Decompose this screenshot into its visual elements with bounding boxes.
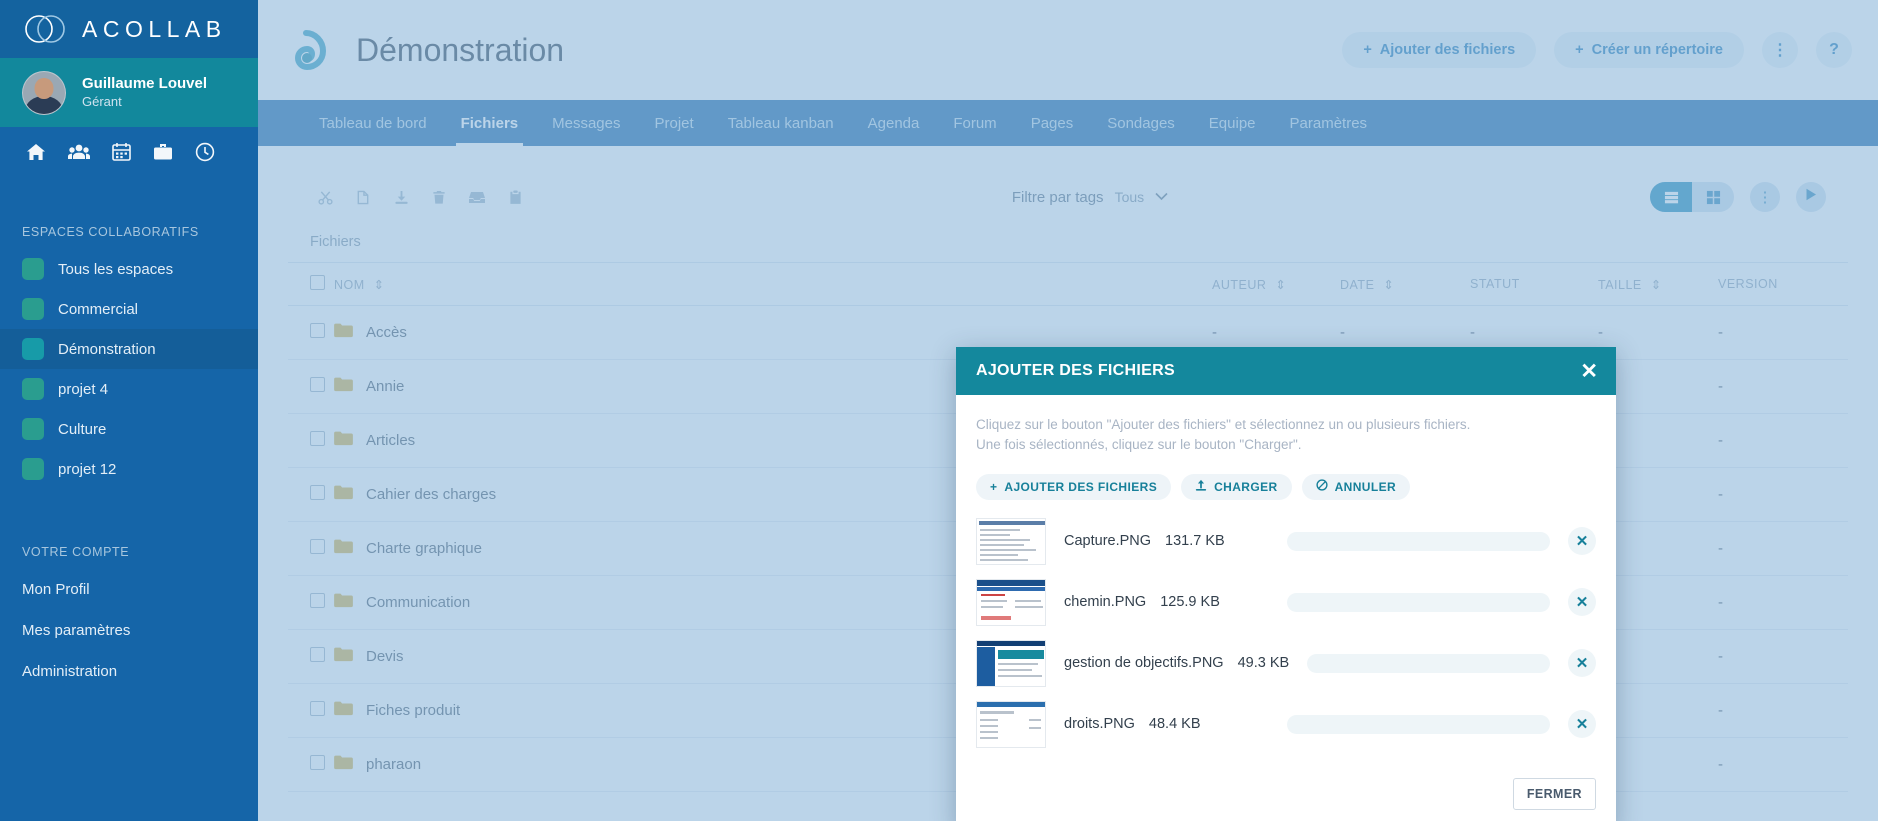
file-size: 49.3 KB	[1237, 655, 1290, 671]
file-name: Capture.PNG	[1064, 533, 1152, 549]
brand-header[interactable]: ACOLLAB	[0, 0, 258, 58]
sidebar-account-label: Mon Profil	[22, 581, 90, 598]
file-thumbnail	[976, 578, 1046, 626]
clock-icon[interactable]	[195, 142, 215, 167]
remove-file-button[interactable]: ✕	[1568, 527, 1596, 555]
dialog-title: AJOUTER DES FICHIERS	[976, 362, 1175, 379]
upload-file-row: droits.PNG 48.4 KB ✕	[976, 700, 1596, 748]
dialog-header: AJOUTER DES FICHIERS ✕	[956, 347, 1616, 395]
sidebar-space-item[interactable]: projet 12	[0, 449, 258, 489]
file-meta: chemin.PNG 125.9 KB	[1064, 594, 1269, 610]
space-icon	[22, 418, 44, 440]
sidebar-space-label: projet 4	[58, 380, 109, 398]
user-role: Gérant	[82, 93, 122, 109]
dialog-hint-line-1: Cliquez sur le bouton "Ajouter des fichi…	[976, 417, 1471, 432]
space-icon	[22, 298, 44, 320]
add-files-dialog: AJOUTER DES FICHIERS ✕ Cliquez sur le bo…	[956, 347, 1616, 821]
dialog-add-files-label: AJOUTER DES FICHIERS	[1004, 479, 1158, 494]
upload-file-row: Capture.PNG 131.7 KB ✕	[976, 517, 1596, 565]
file-meta: droits.PNG 48.4 KB	[1064, 716, 1269, 732]
users-icon[interactable]	[68, 142, 90, 167]
main-area: Démonstration + Ajouter des fichiers + C…	[258, 0, 1878, 821]
upload-file-row: gestion de objectifs.PNG 49.3 KB ✕	[976, 639, 1596, 687]
dialog-add-files-button[interactable]: + AJOUTER DES FICHIERS	[976, 473, 1172, 500]
sidebar-account-item[interactable]: Mes paramètres	[0, 610, 258, 651]
user-box[interactable]: Guillaume Louvel Gérant	[0, 58, 258, 127]
sidebar-space-item[interactable]: Tous les espaces	[0, 249, 258, 289]
sidebar-space-item[interactable]: projet 4	[0, 369, 258, 409]
upload-progress-bar	[1287, 714, 1550, 734]
space-icon	[22, 258, 44, 280]
upload-progress-bar	[1307, 653, 1550, 673]
dialog-upload-button[interactable]: CHARGER	[1181, 473, 1292, 500]
space-icon	[22, 378, 44, 400]
sidebar-space-label: Culture	[58, 420, 107, 438]
space-icon	[22, 338, 44, 360]
file-size: 131.7 KB	[1165, 533, 1225, 549]
remove-file-button[interactable]: ✕	[1568, 588, 1596, 616]
dialog-action-buttons: + AJOUTER DES FICHIERS CHARGER ANNULER	[976, 473, 1596, 500]
sidebar-space-item[interactable]: Démonstration	[0, 329, 258, 369]
remove-file-button[interactable]: ✕	[1568, 649, 1596, 677]
user-name: Guillaume Louvel	[82, 75, 208, 93]
upload-file-list: Capture.PNG 131.7 KB ✕ chemin.PNG 125.9 KB ✕ g…	[976, 517, 1596, 748]
file-thumbnail	[976, 639, 1046, 687]
quick-access-bar	[0, 127, 258, 181]
sidebar: ACOLLAB Guillaume Louvel Gérant ESPACES …	[0, 0, 258, 821]
file-meta: gestion de objectifs.PNG 49.3 KB	[1064, 655, 1289, 671]
app-root: ACOLLAB Guillaume Louvel Gérant ESPACES …	[0, 0, 1878, 821]
file-name: gestion de objectifs.PNG	[1064, 655, 1224, 671]
remove-file-button[interactable]: ✕	[1568, 710, 1596, 738]
sidebar-space-label: Commercial	[58, 300, 139, 318]
file-thumbnail	[976, 517, 1046, 565]
calendar-icon[interactable]	[112, 142, 131, 167]
sidebar-section-account-label: VOTRE COMPTE	[22, 545, 130, 559]
upload-progress-bar	[1287, 592, 1550, 612]
brand-name: ACOLLAB	[82, 15, 227, 42]
sidebar-account-list: Mon Profil Mes paramètres Administration	[0, 569, 258, 692]
sidebar-account-item[interactable]: Administration	[0, 651, 258, 692]
dialog-hint-line-2: Une fois sélectionnés, cliquez sur le bo…	[976, 437, 1302, 453]
dialog-body: Cliquez sur le bouton "Ajouter des fichi…	[956, 395, 1616, 764]
ban-icon	[1316, 479, 1328, 494]
dialog-close-button[interactable]: FERMER	[1512, 777, 1596, 810]
dialog-cancel-button[interactable]: ANNULER	[1301, 473, 1411, 500]
sidebar-space-item[interactable]: Culture	[0, 409, 258, 449]
file-name: chemin.PNG	[1064, 594, 1147, 610]
file-name: droits.PNG	[1064, 716, 1135, 732]
upload-progress-bar	[1287, 531, 1550, 551]
acollab-logo-icon	[22, 9, 68, 49]
sidebar-account-label: Administration	[22, 663, 118, 680]
upload-file-row: chemin.PNG 125.9 KB ✕	[976, 578, 1596, 626]
upload-icon	[1195, 479, 1207, 494]
close-icon[interactable]: ✕	[1580, 361, 1598, 382]
briefcase-icon[interactable]	[153, 142, 173, 167]
dialog-cancel-label: ANNULER	[1334, 479, 1397, 494]
file-thumbnail	[976, 700, 1046, 748]
sidebar-section-spaces-label: ESPACES COLLABORATIFS	[22, 225, 199, 239]
space-icon	[22, 458, 44, 480]
sidebar-space-label: projet 12	[58, 460, 117, 478]
dialog-upload-label: CHARGER	[1214, 479, 1278, 494]
sidebar-spaces-list: Tous les espaces Commercial Démonstration p…	[0, 249, 258, 489]
plus-icon: +	[990, 479, 998, 494]
sidebar-account-label: Mes paramètres	[22, 622, 131, 639]
file-size: 125.9 KB	[1160, 594, 1220, 610]
home-icon[interactable]	[26, 142, 46, 167]
file-meta: Capture.PNG 131.7 KB	[1064, 533, 1269, 549]
file-size: 48.4 KB	[1148, 716, 1201, 732]
sidebar-space-item[interactable]: Commercial	[0, 289, 258, 329]
avatar	[22, 70, 66, 115]
dialog-footer: FERMER	[956, 764, 1616, 821]
sidebar-space-label: Tous les espaces	[58, 260, 174, 278]
sidebar-space-label: Démonstration	[58, 340, 156, 358]
sidebar-account-item[interactable]: Mon Profil	[0, 569, 258, 610]
